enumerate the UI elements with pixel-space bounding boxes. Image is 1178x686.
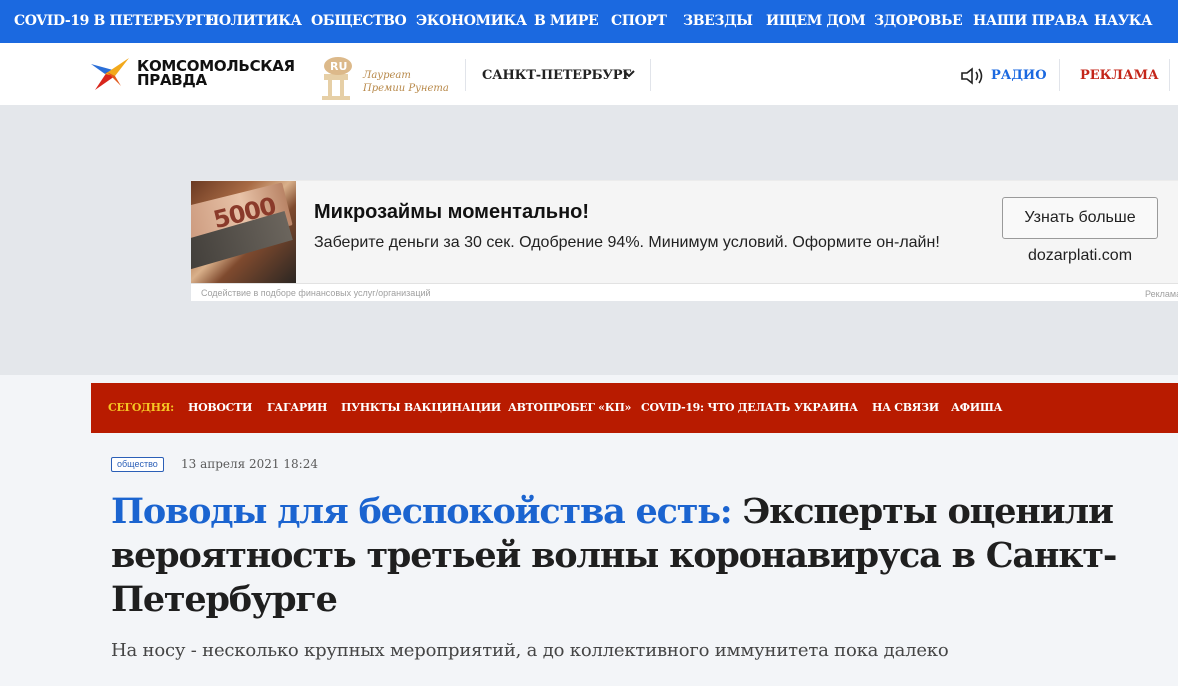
nav-item-health[interactable]: ЗДОРОВЬЕ bbox=[874, 13, 963, 29]
topic-news[interactable]: НОВОСТИ bbox=[188, 401, 252, 414]
nav-item-science[interactable]: НАУКА bbox=[1094, 13, 1153, 29]
site-logo[interactable]: КОМСОМОЛЬСКАЯ ПРАВДА bbox=[137, 59, 295, 89]
ad-image[interactable]: 5000 bbox=[191, 181, 296, 283]
ad-text[interactable]: Заберите деньги за 30 сек. Одобрение 94%… bbox=[314, 233, 984, 252]
divider bbox=[465, 59, 466, 91]
article-headline: Поводы для беспокойства есть: Эксперты о… bbox=[111, 490, 1131, 622]
article-lead: На носу - несколько крупных мероприятий,… bbox=[111, 640, 949, 661]
nav-item-society[interactable]: ОБЩЕСТВО bbox=[311, 13, 407, 29]
nav-item-sport[interactable]: СПОРТ bbox=[611, 13, 667, 29]
speaker-icon[interactable] bbox=[961, 67, 987, 85]
radio-link[interactable]: РАДИО bbox=[991, 68, 1047, 83]
article-date: 13 апреля 2021 18:24 bbox=[181, 457, 318, 471]
ad-disclaimer: Содействие в подборе финансовых услуг/ор… bbox=[201, 288, 431, 298]
ad-domain[interactable]: dozarplati.com bbox=[1002, 247, 1158, 265]
today-label: СЕГОДНЯ: bbox=[108, 401, 174, 414]
logo-line-2: ПРАВДА bbox=[137, 71, 207, 89]
article-category-tag[interactable]: общество bbox=[111, 457, 164, 472]
divider bbox=[1169, 59, 1170, 91]
headline-accent: Поводы для беспокойства есть: bbox=[111, 491, 733, 532]
award-line-2: Премии Рунета bbox=[363, 83, 449, 94]
kp-bird-logo-icon[interactable] bbox=[91, 56, 131, 92]
award-badge-text: RU bbox=[330, 60, 347, 73]
topic-ukraine[interactable]: УКРАИНА bbox=[794, 401, 858, 414]
topic-vaccination-points[interactable]: ПУНКТЫ ВАКЦИНАЦИИ bbox=[341, 401, 501, 414]
site-header: КОМСОМОЛЬСКАЯ ПРАВДА RU Лауреат Премии Р… bbox=[0, 43, 1178, 105]
runet-award-label: Лауреат Премии Рунета bbox=[363, 69, 449, 95]
top-navigation: COVID-19 В ПЕТЕРБУРГЕ ПОЛИТИКА ОБЩЕСТВО … bbox=[0, 0, 1178, 43]
ad-footer: Содействие в подборе финансовых услуг/ор… bbox=[191, 283, 1178, 301]
topic-covid-what-to-do[interactable]: COVID-19: ЧТО ДЕЛАТЬ bbox=[641, 401, 790, 414]
learn-more-button[interactable]: Узнать больше bbox=[1002, 197, 1158, 239]
award-line-1: Лауреат bbox=[363, 70, 411, 81]
chevron-down-icon[interactable] bbox=[622, 68, 636, 80]
topic-afisha[interactable]: АФИША bbox=[951, 401, 1003, 414]
topic-autorally[interactable]: АВТОПРОБЕГ «КП» bbox=[508, 401, 631, 414]
ad-marker: Реклама bbox=[1145, 289, 1178, 299]
nav-item-our-rights[interactable]: НАШИ ПРАВА bbox=[973, 13, 1088, 29]
ad-banner[interactable]: 5000 Микрозаймы моментально! Заберите де… bbox=[191, 180, 1178, 301]
divider bbox=[1059, 59, 1060, 91]
nav-item-home-search[interactable]: ИЩЕМ ДОМ bbox=[766, 13, 866, 29]
divider bbox=[650, 59, 651, 91]
nav-item-economy[interactable]: ЭКОНОМИКА bbox=[416, 13, 527, 29]
nav-item-world[interactable]: В МИРЕ bbox=[534, 13, 599, 29]
nav-item-covid-spb[interactable]: COVID-19 В ПЕТЕРБУРГЕ bbox=[14, 13, 215, 29]
nav-item-stars[interactable]: ЗВЕЗДЫ bbox=[683, 13, 753, 29]
runet-award-icon: RU bbox=[322, 57, 352, 100]
topic-gagarin[interactable]: ГАГАРИН bbox=[267, 401, 327, 414]
topic-in-touch[interactable]: НА СВЯЗИ bbox=[872, 401, 939, 414]
advertising-link[interactable]: РЕКЛАМА bbox=[1080, 68, 1159, 83]
topics-bar: СЕГОДНЯ: НОВОСТИ ГАГАРИН ПУНКТЫ ВАКЦИНАЦ… bbox=[91, 383, 1178, 433]
city-selector[interactable]: САНКТ-ПЕТЕРБУРГ bbox=[482, 68, 631, 83]
nav-item-politics[interactable]: ПОЛИТИКА bbox=[206, 13, 302, 29]
ad-title[interactable]: Микрозаймы моментально! bbox=[314, 201, 589, 224]
